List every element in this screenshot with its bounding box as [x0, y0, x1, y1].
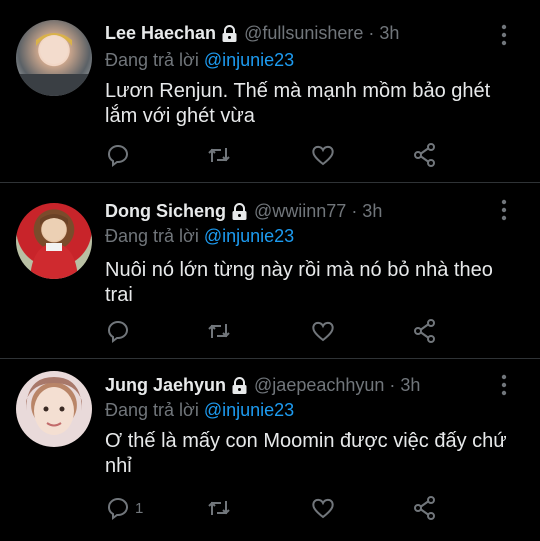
more-icon[interactable] — [500, 374, 508, 396]
reply-prefix: Đang trả lời — [105, 50, 199, 70]
reply-context: Đang trả lời @injunie23 — [105, 400, 294, 421]
tweet-actions: 1 — [105, 495, 445, 525]
timestamp[interactable]: · 3h — [351, 201, 382, 222]
like-icon — [312, 321, 334, 342]
retweet-icon — [208, 148, 230, 162]
more-icon[interactable] — [500, 24, 508, 46]
reply-mention[interactable]: @injunie23 — [204, 50, 294, 70]
handle[interactable]: @jaepeachhyun — [254, 375, 384, 396]
tweet-actions — [105, 318, 445, 348]
reply-icon — [108, 145, 128, 167]
avatar[interactable] — [16, 371, 92, 447]
retweet-icon — [208, 324, 230, 338]
handle[interactable]: @fullsunishere — [244, 23, 363, 44]
timestamp[interactable]: · 3h — [389, 375, 420, 396]
reply-context: Đang trả lời @injunie23 — [105, 226, 294, 247]
share-button[interactable] — [412, 142, 438, 168]
reply-mention[interactable]: @injunie23 — [204, 400, 294, 420]
share-icon — [414, 143, 435, 167]
retweet-button[interactable] — [206, 495, 232, 521]
tweet-actions — [105, 142, 445, 172]
like-button[interactable] — [310, 318, 336, 344]
reply-mention[interactable]: @injunie23 — [204, 226, 294, 246]
display-name[interactable]: Jung Jaehyun — [105, 375, 226, 396]
share-button[interactable] — [412, 495, 438, 521]
reply-button[interactable] — [105, 142, 135, 168]
reply-prefix: Đang trả lời — [105, 226, 199, 246]
share-button[interactable] — [412, 318, 438, 344]
reply-context: Đang trả lời @injunie23 — [105, 50, 294, 71]
lock-icon — [222, 24, 237, 42]
tweet-header: Dong Sicheng @wwiinn77 · 3h — [105, 201, 382, 222]
retweet-button[interactable] — [206, 318, 232, 344]
reply-button[interactable]: 1 — [105, 495, 143, 521]
tweet[interactable]: Dong Sicheng @wwiinn77 · 3h Đang trả lời… — [0, 183, 540, 359]
display-name[interactable]: Lee Haechan — [105, 23, 216, 44]
retweet-icon — [208, 501, 230, 515]
retweet-button[interactable] — [206, 142, 232, 168]
like-icon — [312, 498, 334, 519]
display-name[interactable]: Dong Sicheng — [105, 201, 226, 222]
reply-button[interactable] — [105, 318, 135, 344]
reply-icon — [108, 498, 128, 520]
like-icon — [312, 145, 334, 166]
reply-count: 1 — [135, 499, 144, 517]
timestamp[interactable]: · 3h — [368, 23, 399, 44]
tweet-header: Jung Jaehyun @jaepeachhyun · 3h — [105, 375, 420, 396]
tweet-text: Nuôi nó lớn từng này rồi mà nó bỏ nhà th… — [105, 259, 493, 306]
tweet-header: Lee Haechan @fullsunishere · 3h — [105, 23, 399, 44]
tweet-text: Ơ thế là mấy con Moomin được việc đấy ch… — [105, 430, 507, 477]
like-button[interactable] — [310, 142, 336, 168]
lock-icon — [232, 202, 247, 220]
avatar[interactable] — [16, 203, 92, 279]
share-icon — [414, 496, 435, 520]
share-icon — [414, 319, 435, 343]
tweet[interactable]: Lee Haechan @fullsunishere · 3h Đang trả… — [0, 0, 540, 183]
like-button[interactable] — [310, 495, 336, 521]
tweet-text: Lươn Renjun. Thế mà mạnh mồm bảo ghét lắ… — [105, 80, 491, 127]
tweet[interactable]: Jung Jaehyun @jaepeachhyun · 3h Đang trả… — [0, 359, 540, 541]
reply-prefix: Đang trả lời — [105, 400, 199, 420]
handle[interactable]: @wwiinn77 — [254, 201, 346, 222]
reply-icon — [108, 321, 128, 343]
lock-icon — [232, 376, 247, 394]
avatar[interactable] — [16, 20, 92, 96]
more-icon[interactable] — [500, 199, 508, 221]
